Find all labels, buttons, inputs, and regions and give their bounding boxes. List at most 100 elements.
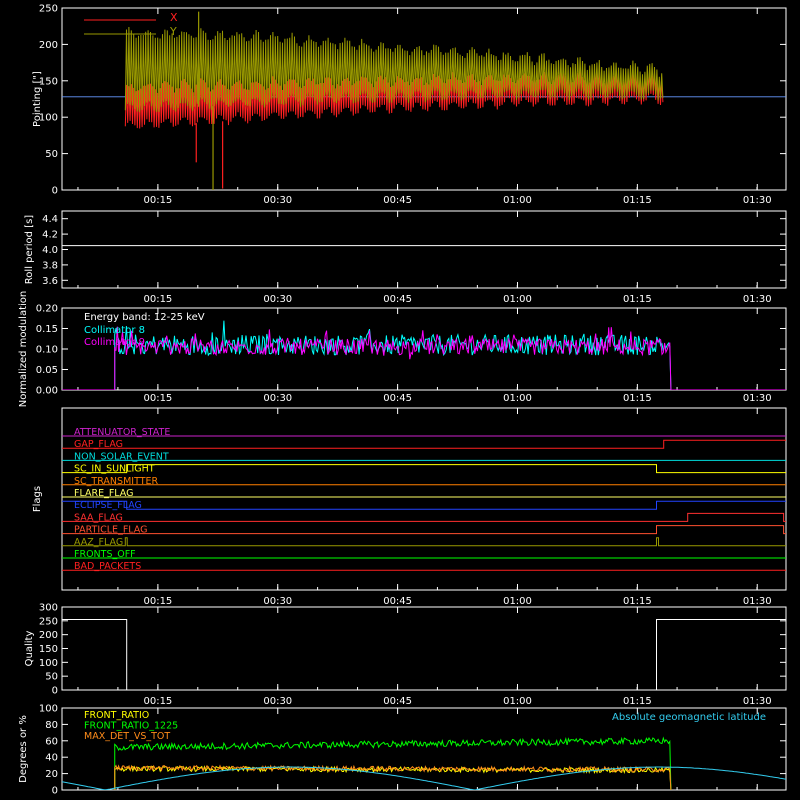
y-tick-label: 3.6: [42, 276, 58, 287]
flag-label-flare-flag: FLARE_FLAG: [74, 488, 134, 499]
x-tick-label: 01:30: [743, 393, 772, 404]
flag-line-sc-in-sunlight: [62, 464, 786, 474]
series-collimator-8-line: [62, 320, 786, 390]
y-axis-label: Normalized modulation: [18, 291, 29, 408]
energy-band-annotation: Energy band: 12-25 keV: [84, 312, 205, 323]
flag-label-sc-transmitter: SC_TRANSMITTER: [74, 476, 159, 487]
series-collimator-9-line: [62, 326, 786, 390]
panel-frame: [61, 407, 787, 591]
legend-label-max-det-vs-tot: MAX_DET_VS_TOT: [84, 731, 170, 742]
legend-label-y: Y: [169, 25, 177, 38]
x-tick-label: 01:30: [743, 294, 772, 305]
x-tick-label: 01:15: [623, 596, 652, 607]
y-tick-label: 0.20: [36, 304, 58, 315]
flag-label-fronts-off: FRONTS_OFF: [74, 549, 136, 560]
flag-line-eclipse-flag: [62, 500, 786, 510]
panel-frame: [61, 210, 787, 289]
x-tick-label: 00:45: [383, 195, 412, 206]
panel-2: 00:15 00:30 00:45 01:00 01:15 01:30 3.6 3.8 4.0 4…: [24, 210, 787, 305]
flag-label-particle-flag: PARTICLE_FLAG: [74, 525, 147, 536]
y-tick-label: 0.05: [36, 365, 58, 376]
y-axis-label: Pointing ["]: [32, 71, 43, 127]
x-tick-label: 00:30: [263, 294, 292, 305]
y-axis-label: Quality: [24, 631, 35, 667]
x-tick-label: 00:15: [143, 294, 172, 305]
flag-line-gap-flag: [62, 439, 786, 449]
flag-label-attenuator-state: ATTENUATOR_STATE: [74, 427, 170, 438]
quality-line: [62, 618, 786, 691]
chart-canvas: 00:15 00:30 00:45 01:00 01:15 01:30 0 50 100 150 2…: [18, 4, 787, 797]
y-tick-label: 200: [39, 630, 58, 641]
y-axis-label: Degrees or %: [18, 715, 29, 783]
x-tick-label: 01:00: [503, 696, 532, 707]
y-axis-label: Roll period [s]: [24, 215, 35, 284]
panel-5: 00:15 00:30 00:45 01:00 01:15 01:30 0 50 100 150 2…: [24, 603, 787, 707]
y-tick-label: 3.8: [42, 260, 58, 271]
flag-label-gap-flag: GAP_FLAG: [74, 439, 123, 450]
y-tick-label: 50: [45, 672, 58, 683]
y-tick-label: 300: [39, 603, 58, 614]
legend-label-front-ratio: FRONT_RATIO: [84, 710, 149, 721]
x-tick-label: 00:45: [383, 696, 412, 707]
x-tick-label: 01:15: [623, 393, 652, 404]
legend-label-collimator-9: Collimator 9: [84, 337, 145, 348]
x-tick-label: 00:15: [143, 195, 172, 206]
x-tick-label: 00:45: [383, 393, 412, 404]
x-tick-label: 01:00: [503, 596, 532, 607]
y-tick-label: 250: [39, 4, 58, 15]
y-tick-label: 4.0: [42, 245, 58, 256]
x-tick-label: 00:45: [383, 294, 412, 305]
x-tick-label: 01:15: [623, 696, 652, 707]
legend-label-collimator-8: Collimator 8: [84, 325, 145, 336]
legend-label-x: X: [170, 11, 178, 24]
flag-label-saa-flag: SAA_FLAG: [74, 512, 123, 523]
x-tick-label: 00:30: [263, 195, 292, 206]
y-tick-label: 100: [39, 704, 58, 715]
flag-line-aaz-flag: [62, 537, 786, 547]
panel-6: 0 20 40 60 80 100 Degrees or % FRONT_RATIOFRONT…: [18, 704, 787, 797]
y-tick-label: 4.4: [42, 214, 58, 225]
flag-line-saa-flag: [62, 512, 786, 522]
y-tick-label: 0: [52, 786, 58, 797]
y-tick-label: 0: [52, 186, 58, 197]
y-tick-label: 40: [45, 753, 58, 764]
y-tick-label: 60: [45, 736, 58, 747]
x-tick-label: 01:00: [503, 393, 532, 404]
y-tick-label: 0: [52, 686, 58, 697]
series-front-ratio-1225-line: [114, 736, 672, 790]
x-tick-label: 00:45: [383, 596, 412, 607]
flag-label-non-solar-event: NON_SOLAR_EVENT: [74, 451, 169, 462]
y-tick-label: 50: [45, 149, 58, 160]
x-tick-label: 01:15: [623, 294, 652, 305]
y-tick-label: 200: [39, 40, 58, 51]
flag-label-sc-in-sunlight: SC_IN_SUNLIGHT: [74, 464, 155, 475]
legend-label-geomagnetic-latitude: Absolute geomagnetic latitude: [612, 712, 766, 723]
y-tick-label: 150: [39, 644, 58, 655]
x-tick-label: 01:00: [503, 195, 532, 206]
flag-label-eclipse-flag: ECLIPSE_FLAG: [74, 500, 142, 511]
x-tick-label: 00:15: [143, 696, 172, 707]
x-tick-label: 00:30: [263, 596, 292, 607]
y-tick-label: 0.10: [36, 345, 58, 356]
y-tick-label: 80: [45, 720, 58, 731]
y-tick-label: 20: [45, 769, 58, 780]
y-tick-label: 4.2: [42, 230, 58, 241]
x-tick-label: 01:00: [503, 294, 532, 305]
x-tick-label: 01:30: [743, 696, 772, 707]
x-tick-label: 01:30: [743, 195, 772, 206]
y-tick-label: 250: [39, 616, 58, 627]
x-tick-label: 00:30: [263, 696, 292, 707]
y-tick-label: 100: [39, 658, 58, 669]
flag-line-particle-flag: [62, 525, 786, 535]
flag-label-aaz-flag: AAZ_FLAG: [74, 537, 123, 548]
y-axis-label: Flags: [32, 486, 43, 512]
flag-label-bad-packets: BAD_PACKETS: [74, 561, 141, 572]
y-tick-label: 0.00: [36, 386, 58, 397]
x-tick-label: 00:15: [143, 393, 172, 404]
panel-1: 00:15 00:30 00:45 01:00 01:15 01:300501001502…: [32, 4, 787, 206]
panel-3: 00:15 00:30 00:45 01:00 01:15 01:30 0.00 0.05 0.…: [18, 291, 787, 408]
x-tick-label: 01:15: [623, 195, 652, 206]
x-tick-label: 00:30: [263, 393, 292, 404]
x-tick-label: 00:15: [143, 596, 172, 607]
legend-label-front-ratio-1225: FRONT_RATIO_1225: [84, 721, 178, 732]
